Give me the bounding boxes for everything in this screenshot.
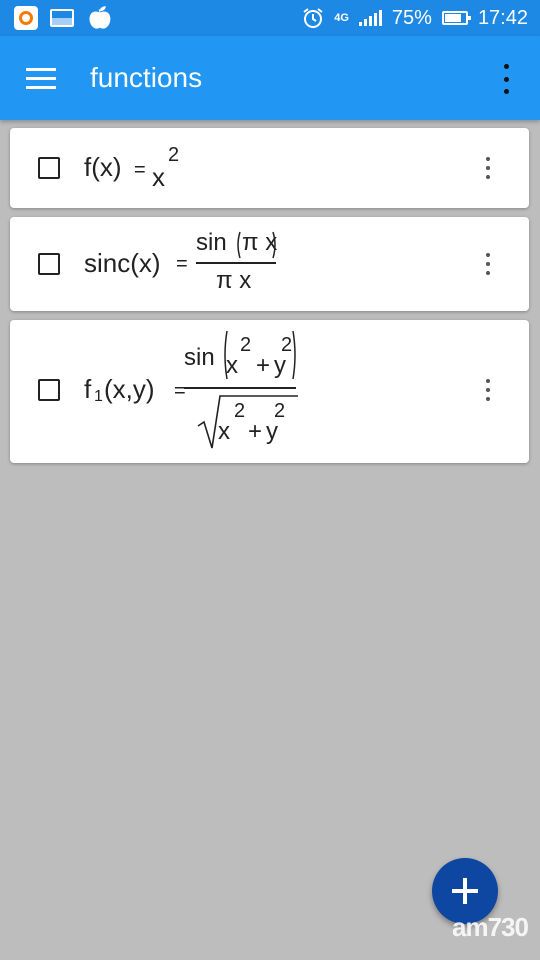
numerator-x-exponent: 2	[240, 334, 252, 356]
function-base: x	[152, 162, 165, 192]
battery-icon	[441, 11, 471, 25]
signal-icon	[358, 10, 382, 26]
close-paren	[292, 330, 296, 380]
numerator-x: x	[226, 352, 238, 379]
equals-sign: =	[174, 380, 186, 402]
function-lhs-name: f	[84, 374, 92, 404]
numerator-function: sin	[184, 344, 215, 371]
function-lhs: f(x)	[84, 152, 122, 182]
numerator-plus: +	[256, 352, 271, 379]
alarm-icon	[303, 8, 323, 28]
function-lhs: sinc(x)	[84, 248, 161, 278]
fraction-bar	[196, 262, 276, 264]
denominator-x: x	[218, 418, 230, 445]
close-paren	[272, 231, 276, 259]
more-vert-icon[interactable]	[496, 64, 516, 94]
function-lhs-subscript: 1	[94, 388, 103, 405]
app-notification-icon	[14, 6, 38, 30]
watermark: am730	[452, 912, 529, 942]
function-card-2[interactable]: sinc(x) = sin π x π x	[10, 217, 529, 311]
denominator-plus: +	[248, 418, 263, 445]
function-lhs-args: (x,y)	[104, 374, 155, 404]
status-bar: 🍎︎ 4G 75% 17:42	[0, 0, 540, 36]
apple-notification-icon: 🍎︎	[86, 5, 114, 30]
system-icons: 4G 75% 17:42	[302, 0, 528, 36]
page-title: functions	[90, 62, 203, 93]
function-checkbox[interactable]	[38, 253, 60, 275]
numerator-y-exponent: 2	[281, 334, 293, 356]
network-type: 4G	[334, 11, 349, 24]
clock: 17:42	[477, 6, 528, 29]
notification-icons: 🍎︎	[14, 6, 114, 30]
function-exponent: 2	[168, 144, 180, 166]
denominator-y-exponent: 2	[274, 400, 286, 422]
equals-sign: =	[134, 159, 146, 181]
equals-sign: =	[176, 253, 188, 275]
card-menu-icon[interactable]	[483, 157, 493, 179]
denominator: π x	[216, 267, 252, 294]
function-checkbox[interactable]	[38, 379, 60, 401]
hamburger-menu-icon[interactable]	[26, 68, 56, 89]
function-card-1[interactable]: f(x) = x 2	[10, 128, 529, 208]
numerator-function: sin	[196, 229, 227, 256]
open-paren	[237, 231, 241, 259]
app-bar: functions	[0, 36, 540, 120]
denominator-x-exponent: 2	[234, 400, 246, 422]
image-notification-icon	[50, 9, 74, 27]
card-menu-icon[interactable]	[483, 253, 493, 275]
battery-percent: 75%	[391, 6, 432, 29]
function-card-3[interactable]: f 1 (x,y) = sin x 2 + y 2 x 2 + y 2	[10, 320, 529, 463]
card-menu-icon[interactable]	[483, 379, 493, 401]
function-checkbox[interactable]	[38, 157, 60, 179]
fraction-bar	[184, 387, 296, 389]
